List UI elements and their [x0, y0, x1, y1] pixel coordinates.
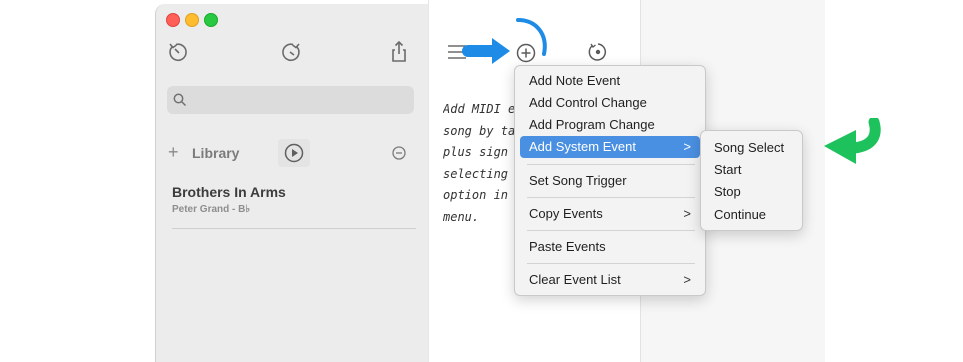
menu-item-label: Set Song Trigger — [529, 173, 627, 188]
menu-item-set-song-trigger[interactable]: Set Song Trigger — [520, 170, 700, 192]
chevron-right-icon: > — [683, 139, 691, 154]
menu-separator — [527, 263, 695, 264]
search-input[interactable] — [167, 86, 414, 114]
share-icon[interactable] — [387, 40, 411, 64]
menu-separator — [527, 230, 695, 231]
library-row[interactable]: + Library — [156, 137, 429, 169]
system-event-submenu: Song Select Start Stop Continue — [700, 130, 803, 231]
add-circle-icon[interactable] — [515, 42, 537, 64]
sidebar: + Library Brothers In Arms Peter Grand -… — [155, 4, 428, 362]
menu-item-label: Add Control Change — [529, 95, 647, 110]
zoom-window-button[interactable] — [204, 13, 218, 27]
help-text-line: plus sign c — [443, 145, 523, 159]
submenu-item-continue[interactable]: Continue — [714, 207, 766, 222]
menu-item-label: Copy Events — [529, 206, 603, 221]
menu-item-label: Add Note Event — [529, 73, 621, 88]
close-window-button[interactable] — [166, 13, 180, 27]
menu-item-label: Clear Event List — [529, 272, 621, 287]
context-menu: Add Note Event Add Control Change Add Pr… — [514, 65, 706, 296]
play-button[interactable] — [278, 139, 310, 167]
library-label: Library — [192, 145, 240, 161]
minus-circle-icon[interactable] — [392, 146, 406, 160]
menu-separator — [527, 164, 695, 165]
chevron-right-icon: > — [683, 272, 691, 287]
minimize-window-button[interactable] — [185, 13, 199, 27]
help-text-line: song by ta — [443, 123, 516, 138]
help-text-line: menu. — [443, 209, 480, 224]
play-icon — [284, 143, 304, 163]
history-forward-icon[interactable] — [279, 40, 303, 64]
menu-item-label: Add System Event — [529, 139, 636, 154]
green-pointer-arrow-icon — [824, 118, 881, 164]
help-text-line: selecting t — [443, 166, 523, 181]
submenu-item-song-select[interactable]: Song Select — [714, 140, 784, 155]
menu-item-add-system-event[interactable]: Add System Event > — [520, 136, 700, 158]
submenu-item-stop[interactable]: Stop — [714, 184, 741, 199]
chevron-right-icon: > — [683, 206, 691, 221]
menu-separator — [527, 197, 695, 198]
menu-item-label: Add Program Change — [529, 117, 655, 132]
song-title[interactable]: Brothers In Arms — [172, 184, 286, 200]
song-subtitle: Peter Grand - B♭ — [172, 204, 251, 215]
divider — [172, 228, 416, 229]
plus-icon[interactable]: + — [168, 142, 179, 162]
target-icon[interactable] — [587, 41, 609, 63]
menu-item-paste-events[interactable]: Paste Events — [520, 236, 700, 258]
search-icon — [173, 93, 187, 107]
history-back-icon[interactable] — [166, 40, 190, 64]
help-text-line: Add MIDI e — [443, 102, 516, 116]
help-text: Add MIDI e song by ta plus sign c select… — [443, 99, 523, 229]
menu-item-label: Paste Events — [529, 239, 606, 254]
menu-item-add-program-change[interactable]: Add Program Change — [520, 114, 700, 136]
help-text-line: option in t — [443, 188, 523, 202]
menu-item-copy-events[interactable]: Copy Events > — [520, 203, 700, 225]
menu-item-add-note-event[interactable]: Add Note Event — [520, 70, 700, 92]
menu-item-clear-event-list[interactable]: Clear Event List > — [520, 269, 700, 291]
menu-item-add-control-change[interactable]: Add Control Change — [520, 92, 700, 114]
submenu-item-start[interactable]: Start — [714, 162, 741, 177]
